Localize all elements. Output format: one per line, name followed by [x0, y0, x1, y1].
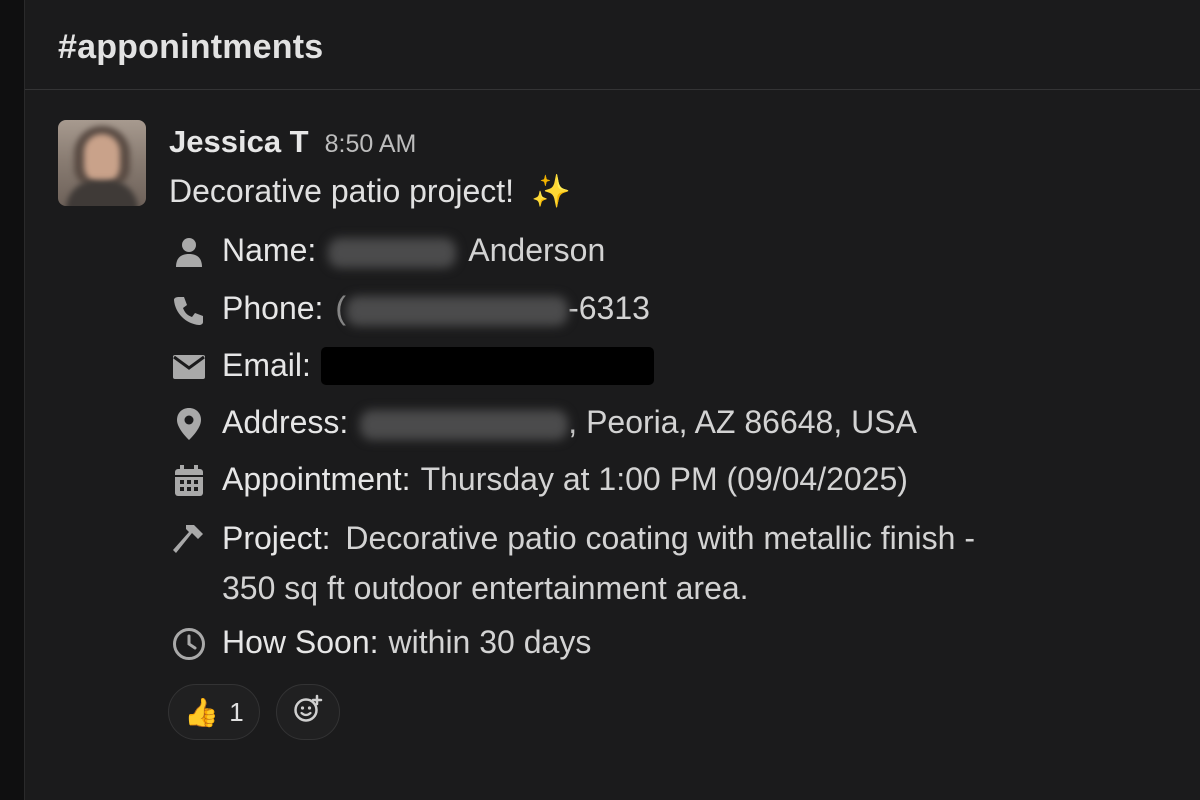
clock-icon	[171, 624, 207, 664]
calendar-icon	[171, 461, 207, 501]
field-appointment: Appointment: Thursday at 1:00 PM (09/04/…	[171, 461, 908, 501]
field-email: Email:	[171, 347, 654, 387]
thumbs-up-emoji: 👍	[184, 696, 220, 728]
reactions-bar: 👍 1	[168, 684, 340, 740]
field-value: Thursday at 1:00 PM (09/04/2025)	[420, 461, 908, 497]
add-reaction-button[interactable]	[276, 684, 340, 740]
sparkles-emoji: ✨	[530, 173, 571, 209]
field-phone: Phone: ( -6313	[171, 290, 650, 330]
field-label: Name:	[222, 232, 317, 268]
redacted-street	[360, 410, 569, 440]
channel-title[interactable]: #apponintments	[58, 28, 323, 67]
location-pin-icon	[171, 404, 207, 444]
message-body: Decorative patio project!	[169, 173, 515, 209]
field-how-soon: How Soon: within 30 days	[171, 624, 591, 664]
message-header: Jessica T 8:50 AM	[169, 124, 416, 164]
reaction-count: 1	[229, 696, 244, 727]
field-label: How Soon:	[222, 624, 379, 660]
phone-prefix: (	[335, 290, 347, 326]
field-value: -6313	[568, 290, 650, 326]
channel-header: #apponintments	[25, 0, 1200, 90]
field-value: Decorative patio coating with metallic f…	[345, 520, 975, 556]
field-label: Phone:	[222, 290, 324, 326]
field-name: Name: Anderson	[171, 232, 605, 272]
field-label: Appointment:	[222, 461, 411, 497]
redacted-first-name	[328, 238, 457, 268]
phone-icon	[171, 290, 207, 330]
field-address: Address: , Peoria, AZ 86648, USA	[171, 404, 917, 444]
field-label: Address:	[222, 404, 349, 440]
field-value: Anderson	[468, 232, 606, 268]
author-name[interactable]: Jessica T	[169, 124, 309, 160]
field-project: Project: Decorative patio coating with m…	[171, 513, 975, 613]
add-reaction-icon	[293, 694, 323, 731]
reaction-thumbs-up[interactable]: 👍 1	[168, 684, 260, 740]
field-value: , Peoria, AZ 86648, USA	[568, 404, 917, 440]
message-timestamp[interactable]: 8:50 AM	[325, 130, 417, 159]
channel-pane: #apponintments Jessica T 8:50 AM Decorat…	[24, 0, 1200, 800]
project-text: Project: Decorative patio coating with m…	[222, 513, 975, 613]
redacted-phone	[346, 296, 569, 326]
field-value-line2: 350 sq ft outdoor entertainment area.	[222, 570, 749, 606]
field-label: Project:	[222, 520, 331, 556]
field-value: within 30 days	[388, 624, 592, 660]
avatar[interactable]	[58, 120, 146, 206]
redacted-email	[320, 347, 654, 385]
avatar-face	[84, 134, 120, 184]
message-text: Decorative patio project! ✨	[169, 172, 571, 210]
user-icon	[171, 232, 207, 272]
avatar-shoulders	[66, 180, 138, 206]
field-label: Email:	[222, 347, 311, 383]
hammer-icon	[171, 519, 207, 559]
mail-icon	[171, 347, 207, 387]
